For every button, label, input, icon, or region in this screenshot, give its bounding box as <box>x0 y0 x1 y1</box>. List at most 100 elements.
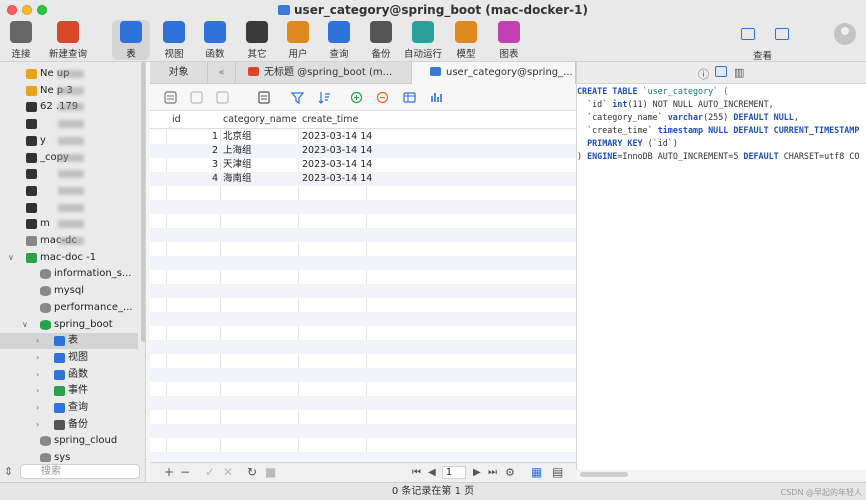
add-record-button[interactable]: + <box>164 465 174 479</box>
last-page-button[interactable]: ⏭ <box>488 467 497 478</box>
table-row[interactable] <box>150 214 576 228</box>
prev-page-button[interactable]: ◀ <box>428 467 436 478</box>
data-generation-icon[interactable] <box>403 91 416 104</box>
sidebar-item[interactable]: spring_cloud <box>0 433 138 449</box>
text-view-icon[interactable] <box>258 91 271 104</box>
cell-create-time[interactable]: 2023-03-14 14 <box>302 158 372 172</box>
chevron-down-icon[interactable]: ∨ <box>8 250 14 266</box>
table-row[interactable] <box>150 200 576 214</box>
table-row[interactable] <box>150 312 576 326</box>
cell-category-name[interactable]: 海南组 <box>223 172 252 186</box>
table-row[interactable]: 1 北京组 2023-03-14 14 <box>150 130 576 144</box>
cell-create-time[interactable]: 2023-03-14 14 <box>302 144 372 158</box>
sidebar-item[interactable] <box>0 116 138 132</box>
form-view-icon[interactable]: ▤ <box>552 465 563 479</box>
table-row[interactable] <box>150 326 576 340</box>
table-row[interactable] <box>150 368 576 382</box>
chevron-down-icon[interactable]: ∨ <box>22 317 28 333</box>
table-row[interactable]: 4 海南组 2023-03-14 14 <box>150 172 576 186</box>
toolbar-chart-button[interactable]: 图表 <box>490 20 528 60</box>
sidebar-item[interactable]: m <box>0 216 138 232</box>
avatar[interactable] <box>834 23 856 45</box>
begin-transaction-icon[interactable] <box>164 91 177 104</box>
table-row[interactable] <box>150 270 576 284</box>
first-page-button[interactable]: ⏮ <box>412 467 421 478</box>
toolbar-plug-button[interactable]: 连接 <box>2 20 40 60</box>
toolbar-new-query-button[interactable]: 新建查询 <box>45 20 91 60</box>
table-row[interactable] <box>150 186 576 200</box>
table-row[interactable] <box>150 284 576 298</box>
table-row[interactable] <box>150 228 576 242</box>
table-row[interactable] <box>150 396 576 410</box>
sidebar-item[interactable]: sys <box>0 450 138 462</box>
sidebar-item[interactable]: mac-dc <box>0 233 138 249</box>
toolbar-table-button[interactable]: 表 <box>112 20 150 60</box>
table-row[interactable] <box>150 410 576 424</box>
sidebar-item[interactable] <box>0 183 138 199</box>
sidebar-item[interactable] <box>0 200 138 216</box>
sidebar-item[interactable]: 62 .179 <box>0 99 138 115</box>
chevron-right-icon[interactable]: › <box>36 333 39 349</box>
sidebar-item[interactable]: Ne up <box>0 66 138 82</box>
chevron-right-icon[interactable]: › <box>36 400 39 416</box>
toolbar-view-button[interactable]: 视图 <box>155 20 193 60</box>
toolbar-tools-button[interactable]: 其它 <box>238 20 276 60</box>
import-icon[interactable] <box>350 91 363 104</box>
settings-gear-icon[interactable]: ⚙ <box>505 466 515 479</box>
column-header-id[interactable]: id <box>172 114 181 125</box>
table-row[interactable] <box>150 382 576 396</box>
cell-id[interactable]: 3 <box>166 158 218 172</box>
chevron-right-icon[interactable]: › <box>36 383 39 399</box>
toolbar-function-button[interactable]: 函数 <box>196 20 234 60</box>
cell-id[interactable]: 2 <box>166 144 218 158</box>
sidebar-item[interactable]: Ne p 3 <box>0 83 138 99</box>
sidebar-item[interactable]: information_s... <box>0 266 138 282</box>
cell-category-name[interactable]: 上海组 <box>223 144 252 158</box>
info-icon[interactable]: ⓘ <box>698 66 709 82</box>
sidebar-item[interactable]: › 备份 <box>0 417 138 433</box>
filter-icon[interactable] <box>291 91 304 104</box>
ddl-horizontal-scrollbar[interactable] <box>580 472 628 477</box>
sort-toggle-icon[interactable]: ⇕ <box>4 465 13 478</box>
toolbar-query-button[interactable]: 查询 <box>320 20 358 60</box>
table-row[interactable] <box>150 256 576 270</box>
sidebar-item[interactable] <box>0 166 138 182</box>
chevron-right-icon[interactable]: › <box>36 367 39 383</box>
column-header-create-time[interactable]: create_time <box>302 114 358 125</box>
refresh-icon[interactable]: ↻ <box>247 465 257 479</box>
cell-id[interactable]: 4 <box>166 172 218 186</box>
sidebar-scrollbar[interactable] <box>141 62 145 342</box>
table-row[interactable] <box>150 424 576 438</box>
cell-id[interactable]: 1 <box>166 130 218 144</box>
table-row[interactable]: 2 上海组 2023-03-14 14 <box>150 144 576 158</box>
chart-view-icon[interactable] <box>430 91 443 104</box>
chevron-right-icon[interactable]: › <box>36 350 39 366</box>
sort-icon[interactable] <box>318 91 331 104</box>
sidebar-item[interactable]: › 函数 <box>0 367 138 383</box>
ddl-icon[interactable] <box>715 66 727 77</box>
table-row[interactable] <box>150 452 576 462</box>
cell-category-name[interactable]: 北京组 <box>223 130 252 144</box>
toolbar-backup-button[interactable]: 备份 <box>362 20 400 60</box>
sidebar-item[interactable]: y <box>0 133 138 149</box>
toolbar-model-button[interactable]: 模型 <box>447 20 485 60</box>
sidebar-item[interactable]: › 视图 <box>0 350 138 366</box>
delete-record-button[interactable]: − <box>180 465 190 479</box>
sidebar-item[interactable]: mysql <box>0 283 138 299</box>
columns-icon[interactable]: ▥ <box>734 66 744 79</box>
table-row[interactable] <box>150 340 576 354</box>
tab-overflow-button[interactable]: « <box>208 62 236 84</box>
tab-objects[interactable]: 对象 <box>150 62 208 84</box>
grid-view-icon[interactable]: ▦ <box>531 465 542 479</box>
tab-untitled-query[interactable]: 无标题 @spring_boot (m... <box>236 62 412 84</box>
sidebar-item[interactable]: performance_... <box>0 300 138 316</box>
sidebar-item[interactable]: › 查询 <box>0 400 138 416</box>
cell-create-time[interactable]: 2023-03-14 14 <box>302 130 372 144</box>
sidebar-item[interactable]: ∨ mac-doc -1 <box>0 250 138 266</box>
page-number-input[interactable]: 1 <box>442 466 466 479</box>
table-row[interactable] <box>150 438 576 452</box>
sidebar-layout-icon[interactable] <box>741 28 755 40</box>
sidebar-item[interactable]: _copy <box>0 150 138 166</box>
sidebar-item[interactable]: ∨ spring_boot <box>0 317 138 333</box>
next-page-button[interactable]: ▶ <box>473 467 481 478</box>
